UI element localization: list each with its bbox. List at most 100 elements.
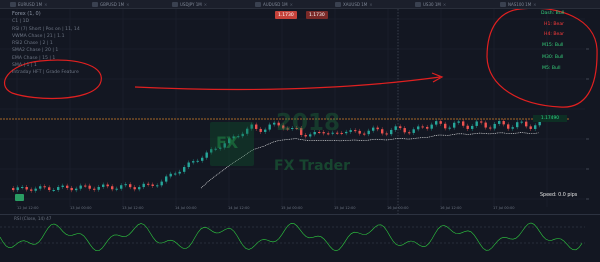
- legend-title: Forex (1, 0): [12, 11, 41, 17]
- buy-price-button[interactable]: 1.1730: [306, 11, 328, 19]
- close-icon[interactable]: ×: [533, 2, 536, 7]
- chart-tab[interactable]: USDJPY 1M ×: [172, 0, 207, 8]
- candle: [264, 129, 267, 132]
- chart-icon: [415, 1, 421, 7]
- candle: [399, 126, 402, 129]
- candle: [70, 187, 73, 191]
- chart-tab[interactable]: AUDUSD 1M ×: [255, 0, 293, 8]
- screenshot-button[interactable]: [15, 194, 24, 201]
- signal-m15: M15: Bull: [542, 43, 564, 48]
- tab-label: US30 1M: [423, 1, 441, 7]
- legend-line: C1 | 1D: [12, 19, 30, 25]
- candle: [268, 124, 271, 130]
- candle: [138, 187, 141, 190]
- time-label: 14 Jul 12:00: [228, 206, 250, 210]
- candle: [529, 126, 532, 129]
- time-label: 16 Jul 00:00: [387, 206, 409, 210]
- tab-label: AUDUSD 1M: [263, 1, 288, 7]
- candle: [417, 126, 420, 130]
- candle: [93, 188, 96, 190]
- candle: [435, 121, 438, 125]
- close-icon[interactable]: ×: [126, 2, 129, 7]
- signal-h1: H1: Bear: [544, 22, 565, 27]
- chart-tab[interactable]: GBPUSD 1M ×: [92, 0, 129, 8]
- candle: [439, 121, 442, 124]
- candle: [453, 122, 456, 128]
- candle: [102, 184, 105, 187]
- candle: [124, 184, 127, 186]
- close-icon[interactable]: ×: [369, 2, 372, 7]
- candle: [408, 132, 411, 134]
- candle: [79, 185, 82, 189]
- time-label: 14 Jul 00:00: [175, 206, 197, 210]
- candle: [169, 173, 172, 177]
- candle: [475, 121, 478, 126]
- time-label: 15 Jul 12:00: [334, 206, 356, 210]
- candle: [367, 130, 370, 135]
- legend-line: Intraday HFT | Grade Feature: [12, 70, 79, 76]
- rsi-label: RSI (Close, 14) 47: [14, 216, 52, 221]
- chart-tab[interactable]: NAS100 1M ×: [500, 0, 537, 8]
- candle: [106, 184, 109, 187]
- candle: [430, 124, 433, 129]
- candle: [516, 122, 519, 128]
- close-icon[interactable]: ×: [290, 2, 293, 7]
- candle: [349, 130, 352, 132]
- candle: [421, 126, 424, 128]
- candle: [466, 125, 469, 129]
- close-icon[interactable]: ×: [443, 2, 446, 7]
- candle: [511, 127, 514, 129]
- signal-h4: H4: Bear: [544, 32, 565, 37]
- chart-icon: [92, 1, 98, 7]
- rsi-panel[interactable]: [0, 214, 600, 258]
- candle: [259, 128, 262, 132]
- candle: [147, 183, 150, 185]
- candle: [381, 129, 384, 134]
- chart-tab[interactable]: XAUUSD 1M ×: [335, 0, 373, 8]
- sell-price-button[interactable]: 1.1730: [275, 11, 297, 19]
- candle: [520, 121, 523, 123]
- indicator-legend: Forex (1, 0) C1 | 1D RSI (7) Short | Pos…: [12, 11, 80, 77]
- candle: [255, 124, 258, 129]
- candle: [457, 121, 460, 123]
- chart-icon: [255, 1, 261, 7]
- candle: [88, 185, 91, 189]
- chart-icon: [10, 1, 16, 7]
- candle: [57, 187, 60, 190]
- close-icon[interactable]: ×: [204, 2, 207, 7]
- candle: [196, 160, 199, 162]
- candle: [21, 186, 24, 188]
- chart-tab[interactable]: EURUSD 1M ×: [10, 0, 47, 8]
- watermark-name: FX Trader: [274, 158, 351, 174]
- chart-icon: [500, 1, 506, 7]
- chart-tab[interactable]: US30 1M ×: [415, 0, 446, 8]
- legend-line: VWMA Chase | 21 | 1.1: [12, 33, 65, 39]
- signal-m5: M5: Bull: [542, 66, 561, 71]
- candle: [201, 157, 204, 161]
- fx-logo-text: FX: [216, 133, 238, 152]
- chart-icon: [172, 1, 178, 7]
- candle: [30, 189, 33, 191]
- candle: [156, 185, 159, 187]
- chart-grid: [0, 9, 585, 207]
- time-label: 12 Jul 12:00: [17, 206, 39, 210]
- candle: [115, 188, 118, 190]
- candle: [354, 130, 357, 132]
- speed-readout: Speed: 0.0 pips: [540, 193, 578, 198]
- candle: [493, 123, 496, 129]
- tab-bar: EURUSD 1M × GBPUSD 1M × USDJPY 1M × AUDUSD …: [0, 0, 600, 9]
- candle: [426, 126, 429, 129]
- candle: [187, 162, 190, 168]
- time-label: 17 Jul 00:00: [493, 206, 515, 210]
- candle: [12, 188, 15, 191]
- legend-line: EMA Chase | 15 | 1: [12, 55, 56, 61]
- candle: [39, 186, 42, 189]
- candle: [534, 125, 537, 129]
- signal-dash: Dash: Bull: [541, 11, 565, 16]
- close-icon[interactable]: ×: [44, 2, 47, 7]
- candle: [66, 185, 69, 188]
- candle: [48, 187, 51, 191]
- tab-label: GBPUSD 1M: [100, 1, 125, 7]
- candle: [390, 129, 393, 135]
- candle: [345, 131, 348, 134]
